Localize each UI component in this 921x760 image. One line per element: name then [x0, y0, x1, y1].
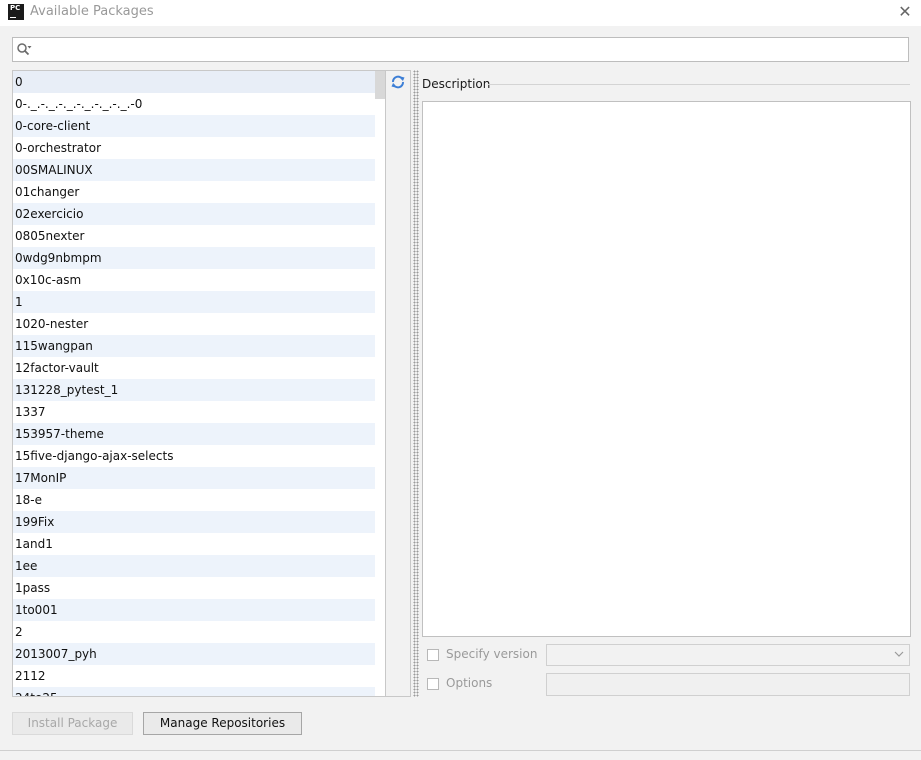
window-title: Available Packages	[30, 4, 154, 19]
package-list-item[interactable]: 2	[13, 621, 385, 643]
package-list-item[interactable]: 1	[13, 291, 385, 313]
package-list-item[interactable]: 0wdg9nbmpm	[13, 247, 385, 269]
package-list[interactable]: 0 0-._.-._.-._.-._.-._.-._.-0 0-core-clien…	[12, 70, 386, 697]
package-list-item[interactable]: 1pass	[13, 577, 385, 599]
package-list-item[interactable]: 01changer	[13, 181, 385, 203]
package-list-item[interactable]: 0-._.-._.-._.-._.-._.-._.-0	[13, 93, 385, 115]
specify-version-label: Specify version	[446, 647, 538, 661]
options-label: Options	[446, 676, 493, 690]
package-list-item[interactable]: 1ee	[13, 555, 385, 577]
panel-splitter[interactable]	[413, 70, 419, 697]
title-bar: PC Available Packages ✕	[0, 0, 921, 26]
package-list-item[interactable]: 1and1	[13, 533, 385, 555]
pycharm-app-icon: PC	[8, 4, 24, 20]
package-list-item[interactable]: 18-e	[13, 489, 385, 511]
description-label: Description	[422, 77, 491, 91]
package-list-item[interactable]: 1337	[13, 401, 385, 423]
options-checkbox[interactable]	[427, 678, 439, 690]
package-list-item[interactable]: 2112	[13, 665, 385, 687]
package-list-item[interactable]: 2013007_pyh	[13, 643, 385, 665]
search-field[interactable]	[12, 37, 909, 62]
package-list-item[interactable]: 115wangpan	[13, 335, 385, 357]
package-list-item[interactable]: 17MonIP	[13, 467, 385, 489]
list-scrollbar[interactable]	[375, 71, 385, 696]
package-list-item[interactable]: 131228_pytest_1	[13, 379, 385, 401]
package-list-item[interactable]: 1020-nester	[13, 313, 385, 335]
description-area	[422, 101, 911, 637]
package-list-item[interactable]: 02exercicio	[13, 203, 385, 225]
install-package-button[interactable]: Install Package	[12, 712, 133, 735]
package-list-item[interactable]: 1to001	[13, 599, 385, 621]
package-list-item[interactable]: 00SMALINUX	[13, 159, 385, 181]
list-toolbar	[386, 70, 411, 697]
package-list-item[interactable]: 0805nexter	[13, 225, 385, 247]
bottom-divider	[0, 750, 921, 751]
package-list-item[interactable]: 24to25	[13, 687, 385, 696]
package-list-item[interactable]: 15five-django-ajax-selects	[13, 445, 385, 467]
specify-version-checkbox[interactable]	[427, 649, 439, 661]
package-list-item[interactable]: 0	[13, 71, 385, 93]
package-list-item[interactable]: 153957-theme	[13, 423, 385, 445]
options-input[interactable]	[546, 673, 910, 696]
search-icon[interactable]	[16, 42, 32, 58]
package-list-item[interactable]: 199Fix	[13, 511, 385, 533]
package-list-item[interactable]: 0-core-client	[13, 115, 385, 137]
scrollbar-thumb[interactable]	[375, 71, 385, 99]
package-list-item[interactable]: 12factor-vault	[13, 357, 385, 379]
close-icon[interactable]: ✕	[895, 2, 915, 22]
chevron-down-icon	[894, 651, 904, 657]
refresh-icon[interactable]	[390, 74, 406, 90]
search-input[interactable]	[37, 40, 897, 59]
package-list-item[interactable]: 0-orchestrator	[13, 137, 385, 159]
description-divider	[488, 84, 910, 85]
manage-repositories-button[interactable]: Manage Repositories	[143, 712, 302, 735]
package-list-item[interactable]: 0x10c-asm	[13, 269, 385, 291]
version-select[interactable]	[546, 644, 910, 666]
